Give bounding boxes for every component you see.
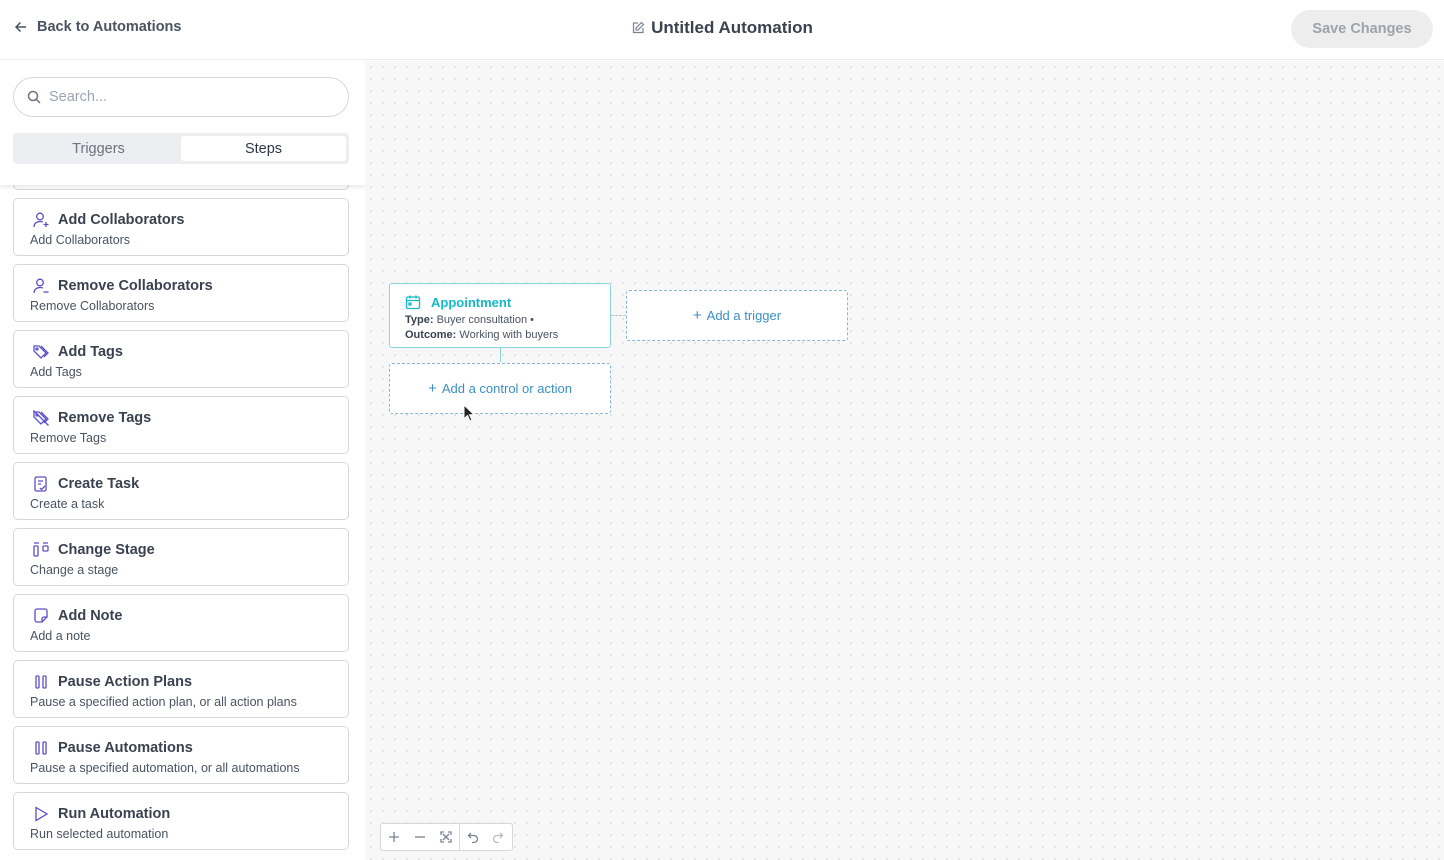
step-description: Add a note bbox=[30, 629, 91, 643]
pause-icon bbox=[32, 673, 50, 691]
page-title[interactable]: Untitled Automation bbox=[651, 18, 813, 38]
trigger-type-line: Type: Buyer consultation • bbox=[405, 314, 534, 326]
pause-icon bbox=[32, 739, 50, 757]
trigger-outcome-line: Outcome: Working with buyers bbox=[405, 329, 558, 341]
step-card-add-note[interactable]: Add Note Add a note bbox=[13, 594, 349, 652]
plus-icon: + bbox=[428, 380, 437, 397]
fit-view-icon bbox=[440, 831, 452, 843]
step-card-pause-action-plans[interactable]: Pause Action Plans Pause a specified act… bbox=[13, 660, 349, 718]
save-changes-button[interactable]: Save Changes bbox=[1291, 10, 1433, 48]
automation-canvas[interactable]: Appointment Type: Buyer consultation • O… bbox=[365, 61, 1444, 860]
step-title: Create Task bbox=[58, 476, 140, 492]
calendar-icon bbox=[405, 295, 421, 310]
step-title: Run Automation bbox=[58, 806, 171, 822]
sidebar-tabs: Triggers Steps bbox=[13, 133, 349, 164]
task-icon bbox=[32, 475, 50, 493]
connector-vertical bbox=[500, 348, 501, 362]
step-description: Run selected automation bbox=[30, 827, 169, 841]
add-action-label: Add a control or action bbox=[441, 381, 572, 396]
tab-triggers[interactable]: Triggers bbox=[16, 136, 181, 161]
undo-icon bbox=[467, 832, 478, 843]
outcome-value: Working with buyers bbox=[459, 329, 559, 341]
redo-button[interactable] bbox=[485, 824, 511, 850]
step-description: Change a stage bbox=[30, 563, 119, 577]
tab-steps[interactable]: Steps bbox=[181, 136, 346, 161]
connector-horizontal bbox=[611, 315, 626, 316]
step-title: Add Collaborators bbox=[58, 212, 185, 228]
type-value: Buyer consultation • bbox=[436, 314, 534, 326]
add-trigger-button[interactable]: + Add a trigger bbox=[626, 290, 848, 341]
step-description: Add Collaborators bbox=[30, 233, 131, 247]
tag-off-icon bbox=[32, 409, 50, 427]
steps-sidebar: Add Collaborators Add Collaborators Remo… bbox=[0, 61, 365, 860]
tags-icon bbox=[32, 343, 50, 361]
add-control-or-action-button[interactable]: + Add a control or action bbox=[389, 363, 611, 414]
step-card-change-stage[interactable]: Change Stage Change a stage bbox=[13, 528, 349, 586]
step-description: Remove Collaborators bbox=[30, 299, 155, 313]
minus-icon bbox=[415, 836, 425, 838]
step-title: Add Note bbox=[58, 608, 123, 624]
trigger-node-appointment[interactable]: Appointment Type: Buyer consultation • O… bbox=[389, 283, 611, 348]
step-title: Remove Collaborators bbox=[58, 278, 213, 294]
search-icon bbox=[27, 90, 41, 104]
step-card-create-task[interactable]: Create Task Create a task bbox=[13, 462, 349, 520]
user-plus-icon bbox=[32, 211, 50, 229]
top-bar: Back to Automations Untitled Automation … bbox=[0, 0, 1444, 60]
step-card-add-tags[interactable]: Add Tags Add Tags bbox=[13, 330, 349, 388]
step-description: Create a task bbox=[30, 497, 105, 511]
step-title: Add Tags bbox=[58, 344, 123, 360]
step-title: Pause Action Plans bbox=[58, 674, 193, 690]
step-card-pause-automations[interactable]: Pause Automations Pause a specified auto… bbox=[13, 726, 349, 784]
user-minus-icon bbox=[32, 277, 50, 295]
zoom-out-button[interactable] bbox=[407, 824, 433, 850]
step-title: Pause Automations bbox=[58, 740, 193, 756]
play-icon bbox=[32, 805, 50, 823]
step-description: Remove Tags bbox=[30, 431, 107, 445]
plus-icon: + bbox=[692, 307, 702, 324]
step-card-remove-tags[interactable]: Remove Tags Remove Tags bbox=[13, 396, 349, 454]
plus-icon bbox=[389, 832, 399, 842]
step-title: Remove Tags bbox=[58, 410, 152, 426]
search-box[interactable] bbox=[13, 77, 349, 117]
type-label: Type: bbox=[405, 314, 434, 326]
step-description: Pause a specified automation, or all aut… bbox=[30, 761, 300, 775]
canvas-controls bbox=[380, 823, 513, 851]
note-icon bbox=[32, 607, 50, 625]
step-title: Change Stage bbox=[58, 542, 155, 558]
edit-icon bbox=[632, 21, 645, 34]
zoom-in-button[interactable] bbox=[381, 824, 407, 850]
trigger-node-title: Appointment bbox=[431, 295, 512, 310]
stage-icon bbox=[32, 541, 50, 559]
step-description: Pause a specified action plan, or all ac… bbox=[30, 695, 297, 709]
redo-icon bbox=[492, 832, 504, 843]
step-card-remove-collaborators[interactable]: Remove Collaborators Remove Collaborator… bbox=[13, 264, 349, 322]
step-card-run-automation[interactable]: Run Automation Run selected automation bbox=[13, 792, 349, 850]
step-card-add-collaborators[interactable]: Add Collaborators Add Collaborators bbox=[13, 198, 349, 256]
search-input[interactable] bbox=[49, 89, 329, 105]
step-description: Add Tags bbox=[30, 365, 82, 379]
fit-view-button[interactable] bbox=[433, 824, 459, 850]
add-trigger-label: Add a trigger bbox=[706, 308, 782, 323]
outcome-label: Outcome: bbox=[405, 329, 457, 341]
mouse-cursor-icon bbox=[463, 404, 475, 422]
undo-button[interactable] bbox=[459, 824, 485, 850]
title-area[interactable]: Untitled Automation bbox=[0, 18, 1444, 38]
step-list: Add Collaborators Add Collaborators Remo… bbox=[13, 198, 349, 858]
